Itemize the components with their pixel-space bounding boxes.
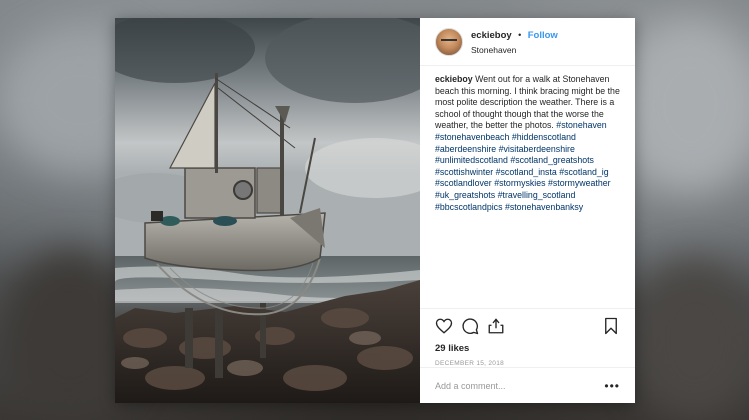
more-options-icon[interactable]: ••• — [604, 379, 620, 393]
post-author-block: eckieboy • Follow Stonehaven — [471, 27, 558, 57]
post-location[interactable]: Stonehaven — [471, 43, 558, 57]
bookmark-icon[interactable] — [602, 317, 620, 335]
caption-hashtags: #stonehaven #stonehavenbeach #hiddenscot… — [435, 120, 611, 211]
hashtag-link[interactable]: #aberdeenshire — [435, 144, 496, 154]
avatar[interactable] — [435, 27, 463, 56]
instagram-post: eckieboy • Follow Stonehaven eckieboy We… — [115, 18, 635, 403]
action-icons-row — [420, 317, 635, 335]
hashtag-link[interactable]: #travelling_scotland — [498, 190, 576, 200]
hashtag-link[interactable]: #scotland_greatshots — [510, 155, 594, 165]
hashtag-link[interactable]: #scotlandlover — [435, 178, 492, 188]
avatar-glasses-detail — [441, 38, 457, 45]
hashtag-link[interactable]: #stonehavenbanksy — [505, 202, 583, 212]
header-separator: • — [518, 29, 522, 40]
hashtag-link[interactable]: #unlimitedscotland — [435, 155, 508, 165]
post-sidebar: eckieboy • Follow Stonehaven eckieboy We… — [420, 18, 635, 403]
post-date: DECEMBER 15, 2018 — [435, 360, 505, 367]
photo-boat-sculpture — [115, 18, 420, 403]
add-comment-input[interactable] — [435, 380, 605, 391]
share-icon[interactable] — [487, 317, 505, 335]
hashtag-link[interactable]: #stonehaven — [556, 120, 606, 130]
post-photo[interactable] — [115, 18, 420, 403]
author-username[interactable]: eckieboy — [471, 30, 512, 41]
post-header: eckieboy • Follow Stonehaven — [420, 18, 635, 66]
hashtag-link[interactable]: #scotland_insta — [496, 167, 557, 177]
like-count[interactable]: 29 likes — [420, 335, 635, 354]
caption-username[interactable]: eckieboy — [435, 74, 473, 84]
hashtag-link[interactable]: #stormyskies — [494, 178, 545, 188]
hashtag-link[interactable]: #scotland_ig — [559, 167, 608, 177]
hashtag-link[interactable]: #scottishwinter — [435, 167, 493, 177]
hashtag-link[interactable]: #visitaberdeenshire — [499, 144, 575, 154]
heart-icon[interactable] — [435, 317, 453, 335]
comment-icon[interactable] — [461, 317, 479, 335]
post-actions: 29 likes DECEMBER 15, 2018 — [420, 308, 635, 367]
post-caption: eckieboy Went out for a walk at Stonehav… — [420, 66, 635, 280]
hashtag-link[interactable]: #hiddenscotland — [512, 132, 576, 142]
hashtag-link[interactable]: #uk_greatshots — [435, 190, 495, 200]
hashtag-link[interactable]: #bbcscotlandpics — [435, 202, 502, 212]
hashtag-link[interactable]: #stormyweather — [548, 178, 611, 188]
follow-button[interactable]: Follow — [528, 30, 558, 41]
add-comment-bar: ••• — [420, 367, 635, 403]
hashtag-link[interactable]: #stonehavenbeach — [435, 132, 509, 142]
